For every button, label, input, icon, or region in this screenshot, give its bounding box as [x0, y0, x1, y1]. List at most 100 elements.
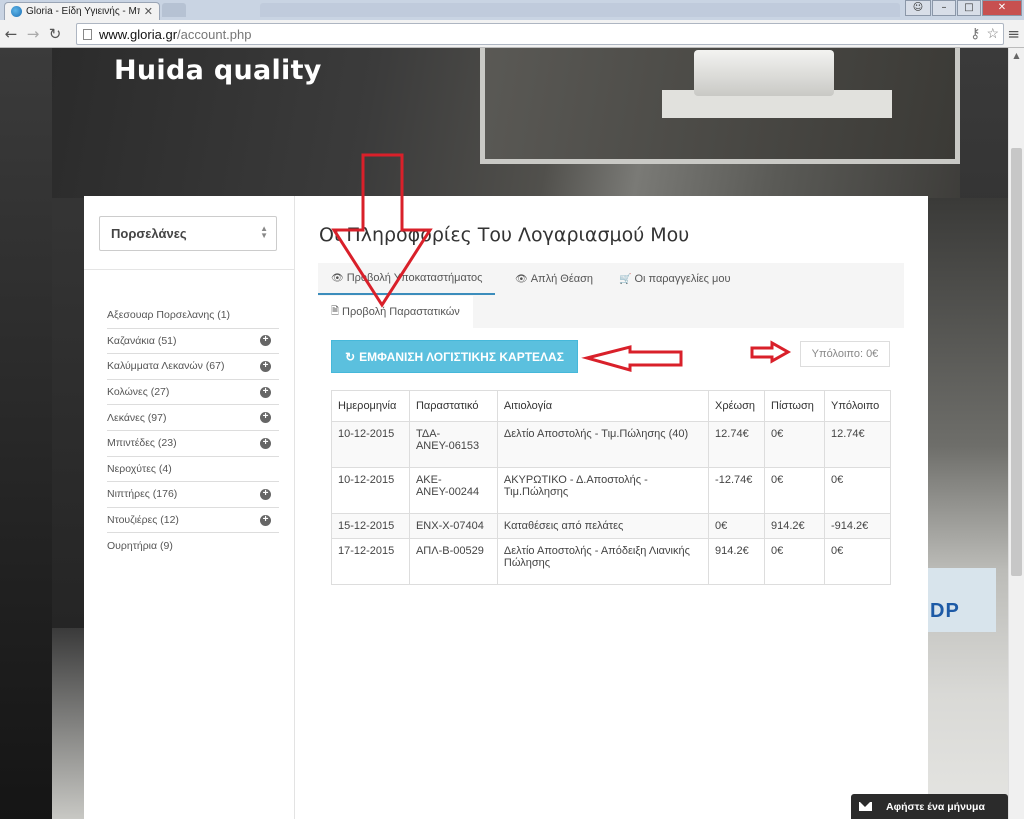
sidebar-category-label[interactable]: Κολώνες (27): [107, 386, 169, 398]
address-bar[interactable]: www.gloria.gr/account.php ⚷ ☆: [76, 23, 1004, 45]
select-arrows-icon: ▲ ▼: [260, 224, 268, 240]
sidebar-category-item[interactable]: Νιπτήρες (176) +: [107, 482, 279, 508]
balance-field: Υπόλοιπο: 0€: [800, 341, 890, 367]
browser-tabstrip: Gloria - Είδη Υγιεινής - Μπ ✕ ☺ – □ ✕: [0, 0, 1024, 20]
eye-icon: 👁: [515, 273, 528, 285]
tab-documents-view[interactable]: 🗎 Προβολή Παραστατικών: [318, 296, 473, 328]
scroll-thumb[interactable]: [1011, 148, 1022, 576]
key-icon[interactable]: ⚷: [970, 25, 980, 42]
account-tabs: 👁 Προβολή Υποκαταστήματος 👁 Απλή Θέαση 🛒…: [318, 263, 904, 329]
window-controls: ☺ – □ ✕: [904, 0, 1022, 16]
sidebar-category-label[interactable]: Καλύμματα Λεκανών (67): [107, 360, 224, 372]
sidebar-category-item[interactable]: Αξεσουαρ Πορσελανης (1): [107, 303, 279, 329]
sidebar-category-label[interactable]: Αξεσουαρ Πορσελανης (1): [107, 309, 230, 321]
expand-plus-icon[interactable]: +: [260, 488, 271, 500]
sidebar-category-item[interactable]: Ουρητήρια (9): [107, 533, 279, 559]
sidebar-category-item[interactable]: Καλύμματα Λεκανών (67) +: [107, 354, 279, 380]
maximize-icon[interactable]: □: [957, 0, 981, 16]
document-icon: 🗎: [331, 305, 340, 317]
table-cell: ΤΔΑ-ΑΝΕΥ-06153: [408, 421, 498, 468]
browser-toolbar: ← → ↻ www.gloria.gr/account.php ⚷ ☆ ≡: [0, 20, 1024, 48]
site-title[interactable]: Huida quality: [114, 55, 322, 86]
col-credit: Πίστωση: [764, 390, 825, 422]
scroll-up-icon[interactable]: ▲: [1009, 48, 1024, 64]
omnibox-actions: ⚷ ☆: [970, 25, 999, 42]
close-tab-icon[interactable]: ✕: [144, 5, 153, 18]
bookmark-star-icon[interactable]: ☆: [986, 25, 999, 42]
tab-label: Προβολή Παραστατικών: [342, 306, 460, 318]
expand-plus-icon[interactable]: +: [260, 360, 271, 372]
chat-label: Αφήστε ένα μήνυμα: [886, 800, 985, 813]
forward-icon[interactable]: →: [22, 25, 44, 43]
expand-plus-icon[interactable]: +: [260, 335, 271, 347]
tab-branch-view[interactable]: 👁 Προβολή Υποκαταστήματος: [318, 263, 496, 295]
sidebar-category-item[interactable]: Ντουζιέρες (12) +: [107, 508, 279, 534]
table-cell: 0€: [764, 467, 825, 514]
table-header-row: Ημερομηνία Παραστατικό Αιτιολογία Χρέωση…: [331, 390, 892, 422]
table-cell: ΕΝΧ-Χ-07404: [408, 513, 498, 539]
towel-logo: DP: [930, 600, 960, 622]
reload-icon[interactable]: ↻: [44, 25, 66, 43]
refresh-icon: ↻: [345, 349, 356, 364]
expand-plus-icon[interactable]: +: [260, 412, 271, 424]
window-close-icon[interactable]: ✕: [982, 0, 1022, 16]
table-cell: 10-12-2015: [331, 467, 410, 514]
account-panel: 👁 Προβολή Υποκαταστήματος 👁 Απλή Θέαση 🛒…: [318, 263, 904, 615]
documents-panel: ↻ ΕΜΦΑΝΙΣΗ ΛΟΓΙΣΤΙΚΗΣ ΚΑΡΤΕΛΑΣ Υπόλοιπο:…: [318, 328, 904, 615]
col-date: Ημερομηνία: [331, 390, 410, 422]
col-debit: Χρέωση: [708, 390, 766, 422]
table-cell: 0€: [764, 538, 825, 585]
table-cell: Δελτίο Αποστολής - Απόδειξη Λιανικής Πώλ…: [496, 538, 710, 585]
sidebar-category-item[interactable]: Μπιντέδες (23) +: [107, 431, 279, 457]
sidebar-category-label[interactable]: Νεροχύτες (4): [107, 463, 172, 475]
table-cell: 914.2€: [764, 513, 825, 539]
tab-my-orders[interactable]: 🛒 Οι παραγγελίες μου: [606, 263, 744, 295]
back-icon[interactable]: ←: [0, 25, 22, 43]
sidebar-category-label[interactable]: Λεκάνες (97): [107, 412, 166, 424]
user-icon[interactable]: ☺: [905, 0, 931, 16]
table-cell: Καταθέσεις από πελάτες: [496, 513, 710, 539]
show-ledger-button[interactable]: ↻ ΕΜΦΑΝΙΣΗ ΛΟΓΙΣΤΙΚΗΣ ΚΑΡΤΕΛΑΣ: [331, 340, 578, 373]
table-cell: 914.2€: [708, 538, 766, 585]
left-photo-strip: [0, 48, 52, 819]
menu-icon[interactable]: ≡: [1007, 25, 1020, 43]
cart-icon: 🛒: [619, 273, 632, 285]
table-row: 15-12-2015 ΕΝΧ-Χ-07404 Καταθέσεις από πελά…: [331, 513, 892, 539]
expand-plus-icon[interactable]: +: [260, 514, 271, 526]
table-cell: ΑΠΛ-Β-00529: [408, 538, 498, 585]
tab-simple-view[interactable]: 👁 Απλή Θέαση: [502, 263, 606, 295]
sidebar-category-label[interactable]: Καζανάκια (51): [107, 335, 177, 347]
table-cell: 12.74€: [823, 421, 892, 468]
browser-tab-title: Gloria - Είδη Υγιεινής - Μπ: [26, 6, 140, 17]
table-row: 10-12-2015 ΑΚΕ-ΑΝΕΥ-00244 ΑΚΥΡΩΤΙΚΟ - Δ.Απ…: [331, 467, 892, 514]
sidebar-category-label[interactable]: Νιπτήρες (176): [107, 488, 177, 500]
page-scrollbar[interactable]: ▲: [1008, 48, 1024, 819]
category-select[interactable]: Πορσελάνες ▲ ▼: [99, 216, 277, 251]
new-tab-button[interactable]: [162, 3, 186, 17]
sidebar-category-label[interactable]: Ουρητήρια (9): [107, 540, 173, 552]
expand-plus-icon[interactable]: +: [260, 386, 271, 398]
sidebar-category-label[interactable]: Ντουζιέρες (12): [107, 514, 179, 526]
table-cell: ΑΚΕ-ΑΝΕΥ-00244: [408, 467, 498, 514]
mail-icon: [859, 802, 872, 811]
url-path: /account.php: [177, 26, 252, 42]
expand-plus-icon[interactable]: +: [260, 437, 271, 449]
sidebar-category-item[interactable]: Λεκάνες (97) +: [107, 405, 279, 431]
col-document: Παραστατικό: [408, 390, 498, 422]
tab-label: Προβολή Υποκαταστήματος: [346, 272, 483, 284]
tab-label: Οι παραγγελίες μου: [634, 273, 731, 285]
sidebar-category-item[interactable]: Καζανάκια (51) +: [107, 329, 279, 355]
sidebar-category-item[interactable]: Νεροχύτες (4): [107, 457, 279, 483]
ledger-table: Ημερομηνία Παραστατικό Αιτιολογία Χρέωση…: [331, 390, 892, 585]
sidebar-category-item[interactable]: Κολώνες (27) +: [107, 380, 279, 406]
page-icon: [83, 28, 92, 40]
background-tabs[interactable]: [260, 3, 900, 17]
table-cell: 17-12-2015: [331, 538, 410, 585]
tab-label: Απλή Θέαση: [530, 273, 594, 285]
minimize-icon[interactable]: –: [932, 0, 956, 16]
browser-tab[interactable]: Gloria - Είδη Υγιεινής - Μπ ✕: [4, 2, 160, 20]
table-cell: 0€: [764, 421, 825, 468]
sidebar-category-label[interactable]: Μπιντέδες (23): [107, 437, 177, 449]
chat-widget[interactable]: Αφήστε ένα μήνυμα: [851, 794, 1008, 819]
ledger-body: 10-12-2015 ΤΔΑ-ΑΝΕΥ-06153 Δελτίο Αποστολής…: [331, 421, 892, 585]
